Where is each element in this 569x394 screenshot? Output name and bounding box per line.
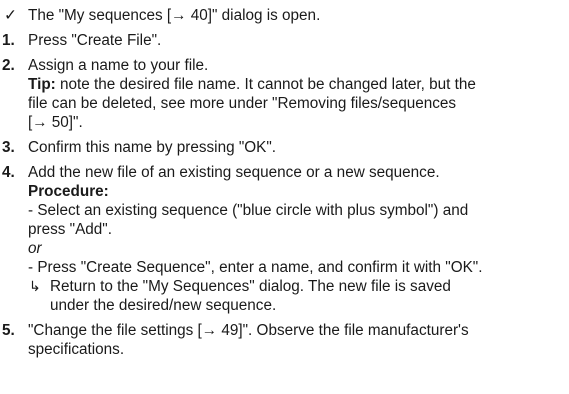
prerequisite: ✓ The "My sequences [→ 40]" dialog is op… — [0, 6, 569, 25]
prerequisite-text: The "My sequences [→ 40]" dialog is open… — [28, 7, 321, 24]
step-5: 5. "Change the file settings [→ 49]". Ob… — [0, 321, 569, 359]
tip-label: Tip: — [28, 76, 56, 93]
checkmark-icon: ✓ — [4, 7, 17, 24]
procedure-label: Procedure: — [28, 183, 109, 200]
result: ↳ Return to the "My Sequences" dialog. T… — [28, 277, 569, 315]
result-line-2: under the desired/new sequence. — [50, 297, 277, 314]
tip-line: Tip: note the desired file name. It cann… — [28, 75, 569, 94]
or-text: or — [28, 240, 42, 257]
step-1: 1. Press "Create File". — [0, 31, 569, 50]
step-4: 4. Add the new file of an existing seque… — [0, 163, 569, 315]
step-text: Press "Create File". — [28, 32, 162, 49]
step-text: Assign a name to your file. — [28, 57, 209, 74]
option-1-line-1: - Select an existing sequence ("blue cir… — [28, 202, 469, 219]
result-line-1: Return to the "My Sequences" dialog. The… — [50, 278, 451, 295]
step-text: Add the new file of an existing sequence… — [28, 164, 440, 181]
step-number: 4. — [2, 164, 15, 181]
step-text-line-1: "Change the file settings [→ 49]". Obser… — [28, 322, 469, 339]
option-1-line-2: press "Add". — [28, 221, 112, 238]
result-arrow-icon: ↳ — [29, 278, 41, 294]
option-2: - Press "Create Sequence", enter a name,… — [28, 259, 483, 276]
step-number: 3. — [2, 139, 15, 156]
step-3: 3. Confirm this name by pressing "OK". — [0, 138, 569, 157]
tip-text: note the desired file name. It cannot be… — [55, 76, 476, 93]
step-number: 1. — [2, 32, 15, 49]
step-text: Confirm this name by pressing "OK". — [28, 139, 277, 156]
step-number: 2. — [2, 57, 15, 74]
step-number: 5. — [2, 322, 15, 339]
step-text-line-2: specifications. — [28, 341, 125, 358]
step-2: 2. Assign a name to your file. Tip: note… — [0, 56, 569, 132]
tip-line-2: file can be deleted, see more under "Rem… — [28, 95, 457, 112]
tip-line-3: [→ 50]". — [28, 114, 83, 131]
instruction-document: ✓ The "My sequences [→ 40]" dialog is op… — [0, 0, 569, 358]
